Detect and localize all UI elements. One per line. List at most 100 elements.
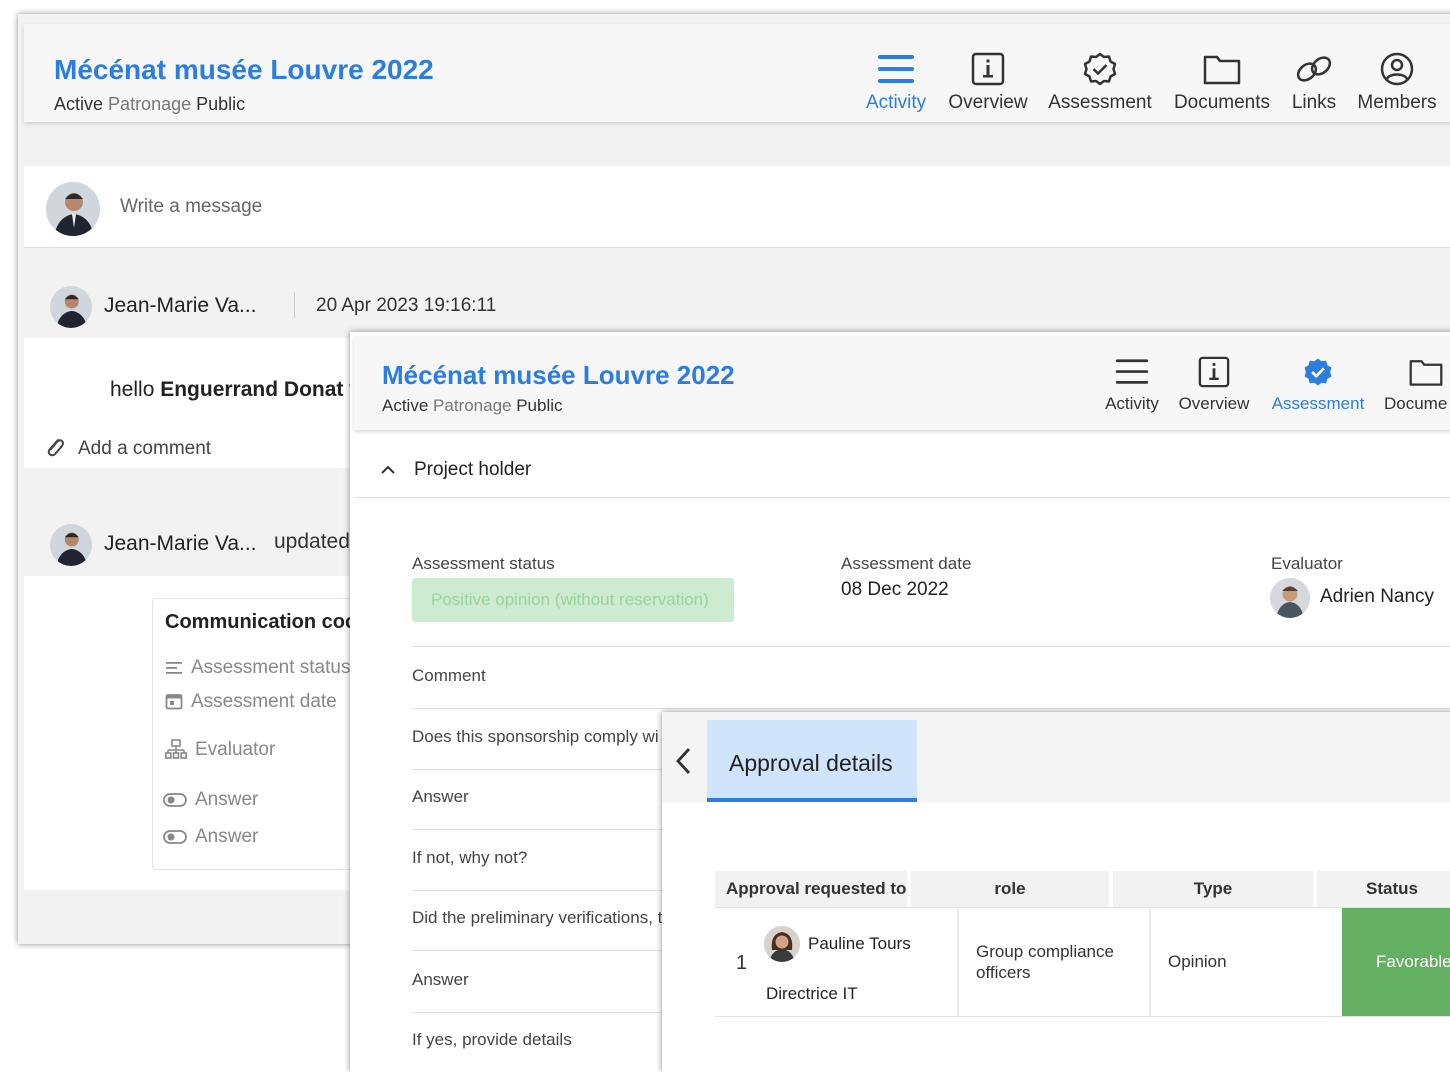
tab-assessment[interactable]: Assessment (1046, 52, 1154, 114)
avatar (50, 524, 92, 566)
table-header: role (911, 871, 1109, 907)
menu-lines-icon (878, 55, 914, 83)
tab-overview[interactable]: Overview (1178, 356, 1250, 414)
list-lines-icon (165, 659, 183, 682)
message-composer[interactable]: Write a message (24, 166, 1450, 248)
evaluator-name[interactable]: Adrien Nancy (1320, 586, 1434, 608)
table-header: Approval requested to (715, 871, 907, 907)
tab-documents-label: Documents (1173, 92, 1271, 113)
project-status: Active (382, 396, 429, 415)
post-header: Jean-Marie Va... 20 Apr 2023 19:16:11 (24, 274, 1450, 338)
tab-activity[interactable]: Activity (1102, 356, 1162, 414)
folder-icon (1409, 360, 1443, 386)
mention[interactable]: Enguerrand Donat (160, 378, 343, 401)
tab-links[interactable]: Links (1288, 52, 1340, 114)
row-label: Did the preliminary verifications, t (412, 908, 663, 927)
card-title: Communication coc (165, 611, 357, 633)
tab-overview-label: Overview (1178, 394, 1250, 413)
divider (294, 292, 295, 318)
post-author[interactable]: Jean-Marie Va... (104, 294, 257, 318)
avatar (46, 182, 100, 236)
tab-activity-label: Activity (866, 92, 927, 113)
field-label: Answer (195, 826, 259, 847)
menu-lines-icon (1115, 359, 1149, 384)
tab-assessment[interactable]: Assessment (1268, 356, 1368, 414)
tab-members[interactable]: Members (1356, 52, 1438, 114)
cell-divider (957, 908, 959, 1016)
tab-overview-label: Overview (948, 92, 1028, 113)
tab-approval-details-label: Approval details (729, 750, 893, 776)
project-status: Active (54, 94, 104, 114)
project-subtitle: Active Patronage Public (54, 94, 245, 115)
toggle-icon (163, 829, 187, 850)
user-circle-icon (1380, 52, 1414, 86)
project-category: Patronage (433, 396, 512, 415)
section-title: Project holder (414, 459, 532, 480)
post-author[interactable]: Jean-Marie Va... (104, 532, 257, 556)
assessment-status-label: Assessment status (412, 554, 555, 573)
tab-members-label: Members (1357, 92, 1437, 113)
row-index: 1 (736, 952, 748, 974)
back-chevron-icon[interactable] (674, 746, 694, 781)
table-row[interactable]: 1 Pauline Tours Directrice IT Group comp… (715, 907, 1450, 1017)
status-badge-text: Positive opinion (without reservation) (431, 590, 709, 609)
project-title[interactable]: Mécénat musée Louvre 2022 (54, 54, 434, 86)
project-visibility: Public (196, 94, 246, 114)
row-label: Comment (412, 666, 486, 685)
post-text-prefix: hello (110, 378, 155, 401)
section-project-holder[interactable]: Project holder (354, 444, 1450, 498)
post-action: updated (274, 530, 350, 553)
badge-check-icon (1304, 358, 1332, 386)
approver-name[interactable]: Pauline Tours (808, 934, 911, 954)
org-chart-icon (165, 739, 188, 766)
row-label: If yes, provide details (412, 1030, 572, 1049)
avatar (764, 926, 800, 962)
project-category: Patronage (108, 94, 192, 114)
message-input[interactable]: Write a message (120, 196, 262, 218)
table-header: Type (1113, 871, 1313, 907)
status-badge: Positive opinion (without reservation) (412, 578, 734, 622)
status-cell: Favorable (1342, 908, 1450, 1016)
add-comment-link[interactable]: Add a comment (78, 438, 211, 460)
tab-documents[interactable]: Documents (1172, 52, 1272, 114)
table-header: Status (1317, 871, 1450, 907)
avatar (50, 286, 92, 328)
tab-assessment-label: Assessment (1048, 92, 1152, 113)
paperclip-icon[interactable] (44, 436, 66, 463)
tab-approval-details[interactable]: Approval details (707, 720, 917, 802)
tab-links-label: Links (1291, 92, 1337, 113)
cell-divider (1149, 908, 1151, 1016)
project-title[interactable]: Mécénat musée Louvre 2022 (382, 360, 735, 391)
field-label: Answer (195, 789, 259, 810)
avatar (1270, 578, 1310, 618)
approver-job: Directrice IT (766, 984, 858, 1003)
row-label: Answer (412, 970, 469, 989)
tab-activity-label: Activity (1105, 394, 1159, 413)
calendar-icon (165, 692, 183, 715)
tab-documents[interactable]: Docume (1384, 356, 1450, 414)
row-label: If not, why not? (412, 848, 528, 867)
row-label: Answer (412, 787, 469, 806)
assessment-date-label: Assessment date (841, 554, 972, 573)
field-label: Evaluator (195, 739, 276, 760)
approval-table: Approval requested to role Type Status 1… (715, 871, 1450, 1017)
field-label: Assessment status (191, 657, 351, 678)
approval-type: Opinion (1168, 952, 1227, 971)
info-icon (1198, 356, 1230, 388)
tab-activity[interactable]: Activity (866, 52, 926, 114)
toggle-icon (163, 792, 187, 813)
info-icon (971, 52, 1005, 86)
folder-icon (1203, 55, 1241, 85)
post-date: 20 Apr 2023 19:16:11 (316, 295, 497, 316)
chevron-up-icon (380, 463, 396, 482)
badge-check-icon (1083, 52, 1117, 86)
post-text: hello Enguerrand Donat w (110, 378, 364, 402)
field-label: Assessment date (191, 691, 337, 712)
approver-role: Group compliance officers (976, 942, 1114, 982)
tab-overview[interactable]: Overview (948, 52, 1028, 114)
divider (412, 646, 1450, 647)
assessment-date-value: 08 Dec 2022 (841, 579, 949, 600)
project-header: Mécénat musée Louvre 2022 Active Patrona… (354, 336, 1450, 430)
tab-assessment-label: Assessment (1271, 394, 1365, 413)
tab-documents-label: Docume (1384, 394, 1448, 413)
